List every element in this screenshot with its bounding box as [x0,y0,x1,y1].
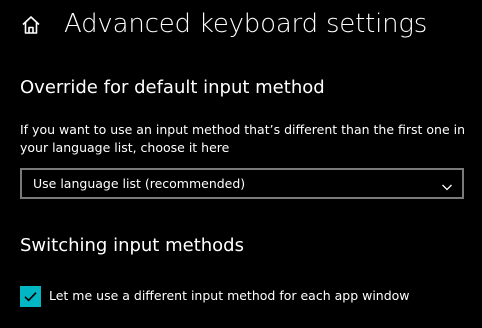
chevron-down-icon [441,178,453,191]
per-app-input-method-option[interactable]: Let me use a different input method for … [20,285,410,307]
per-app-input-method-checkbox[interactable] [20,285,41,307]
override-description: If you want to use an input method that’… [20,122,466,155]
checkmark-icon [24,291,37,302]
override-section-heading: Override for default input method [20,77,325,98]
home-icon[interactable] [20,14,42,36]
dropdown-selected-value: Use language list (recommended) [33,176,246,191]
input-method-dropdown[interactable]: Use language list (recommended) [20,168,464,199]
switching-section-heading: Switching input methods [20,235,244,256]
page-title: Advanced keyboard settings [64,9,428,39]
per-app-input-method-label: Let me use a different input method for … [49,288,410,303]
